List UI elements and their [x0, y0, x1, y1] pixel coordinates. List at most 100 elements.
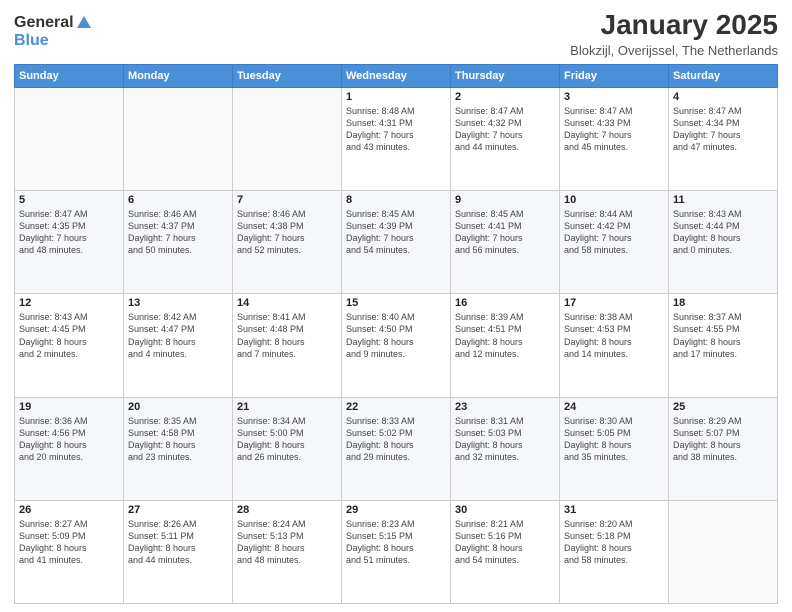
day-info: Sunrise: 8:39 AM Sunset: 4:51 PM Dayligh… [455, 311, 555, 360]
table-row: 14 Sunrise: 8:41 AM Sunset: 4:48 PM Dayli… [233, 294, 342, 397]
logo-general: General [14, 15, 74, 31]
table-row: 22 Sunrise: 8:33 AM Sunset: 5:02 PM Dayli… [342, 397, 451, 500]
day-info: Sunrise: 8:21 AM Sunset: 5:16 PM Dayligh… [455, 518, 555, 567]
table-row [15, 87, 124, 190]
table-row: 15 Sunrise: 8:40 AM Sunset: 4:50 PM Dayli… [342, 294, 451, 397]
table-row: 8 Sunrise: 8:45 AM Sunset: 4:39 PM Daylig… [342, 191, 451, 294]
table-row: 5Sunrise: 8:47 AM Sunset: 4:35 PM Daylig… [15, 191, 124, 294]
calendar-week-row: 26 Sunrise: 8:27 AM Sunset: 5:09 PM Dayli… [15, 500, 778, 603]
table-row: 21 Sunrise: 8:34 AM Sunset: 5:00 PM Dayli… [233, 397, 342, 500]
day-info: Sunrise: 8:27 AM Sunset: 5:09 PM Dayligh… [19, 518, 119, 567]
day-info: Sunrise: 8:23 AM Sunset: 5:15 PM Dayligh… [346, 518, 446, 567]
day-info: Sunrise: 8:46 AM Sunset: 4:37 PM Dayligh… [128, 208, 228, 257]
day-number: 15 [346, 297, 446, 309]
day-number: 11 [673, 194, 773, 206]
day-number: 2 [455, 91, 555, 103]
table-row: 17Sunrise: 8:38 AM Sunset: 4:53 PM Dayli… [560, 294, 669, 397]
day-info: Sunrise: 8:20 AM Sunset: 5:18 PM Dayligh… [564, 518, 664, 567]
day-number: 31 [564, 504, 664, 516]
day-info: Sunrise: 8:24 AM Sunset: 5:13 PM Dayligh… [237, 518, 337, 567]
day-info: Sunrise: 8:37 AM Sunset: 4:55 PM Dayligh… [673, 311, 773, 360]
day-info: Sunrise: 8:26 AM Sunset: 5:11 PM Dayligh… [128, 518, 228, 567]
table-row [669, 500, 778, 603]
table-row: 3 Sunrise: 8:47 AM Sunset: 4:33 PM Daylig… [560, 87, 669, 190]
table-row: 9 Sunrise: 8:45 AM Sunset: 4:41 PM Daylig… [451, 191, 560, 294]
header-tuesday: Tuesday [233, 64, 342, 87]
day-number: 3 [564, 91, 664, 103]
calendar-week-row: 12Sunrise: 8:43 AM Sunset: 4:45 PM Dayli… [15, 294, 778, 397]
table-row: 12Sunrise: 8:43 AM Sunset: 4:45 PM Dayli… [15, 294, 124, 397]
day-info: Sunrise: 8:33 AM Sunset: 5:02 PM Dayligh… [346, 415, 446, 464]
table-row: 13 Sunrise: 8:42 AM Sunset: 4:47 PM Dayli… [124, 294, 233, 397]
header-monday: Monday [124, 64, 233, 87]
day-number: 14 [237, 297, 337, 309]
header-sunday: Sunday [15, 64, 124, 87]
calendar: Sunday Monday Tuesday Wednesday Thursday… [14, 64, 778, 604]
day-number: 30 [455, 504, 555, 516]
table-row [124, 87, 233, 190]
table-row: 18 Sunrise: 8:37 AM Sunset: 4:55 PM Dayli… [669, 294, 778, 397]
day-number: 26 [19, 504, 119, 516]
day-info: Sunrise: 8:38 AM Sunset: 4:53 PM Dayligh… [564, 311, 664, 360]
table-row: 4 Sunrise: 8:47 AM Sunset: 4:34 PM Daylig… [669, 87, 778, 190]
day-info: Sunrise: 8:47 AM Sunset: 4:33 PM Dayligh… [564, 105, 664, 154]
header-wednesday: Wednesday [342, 64, 451, 87]
title-block: January 2025 Blokzijl, Overijssel, The N… [570, 10, 778, 58]
day-number: 20 [128, 401, 228, 413]
table-row: 6 Sunrise: 8:46 AM Sunset: 4:37 PM Daylig… [124, 191, 233, 294]
table-row: 19Sunrise: 8:36 AM Sunset: 4:56 PM Dayli… [15, 397, 124, 500]
day-number: 25 [673, 401, 773, 413]
subtitle: Blokzijl, Overijssel, The Netherlands [570, 43, 778, 58]
day-info: Sunrise: 8:45 AM Sunset: 4:41 PM Dayligh… [455, 208, 555, 257]
table-row: 11 Sunrise: 8:43 AM Sunset: 4:44 PM Dayli… [669, 191, 778, 294]
day-info: Sunrise: 8:40 AM Sunset: 4:50 PM Dayligh… [346, 311, 446, 360]
day-info: Sunrise: 8:29 AM Sunset: 5:07 PM Dayligh… [673, 415, 773, 464]
day-number: 16 [455, 297, 555, 309]
calendar-week-row: 1 Sunrise: 8:48 AM Sunset: 4:31 PM Daylig… [15, 87, 778, 190]
table-row [233, 87, 342, 190]
table-row: 1 Sunrise: 8:48 AM Sunset: 4:31 PM Daylig… [342, 87, 451, 190]
day-info: Sunrise: 8:47 AM Sunset: 4:34 PM Dayligh… [673, 105, 773, 154]
day-number: 28 [237, 504, 337, 516]
table-row: 2 Sunrise: 8:47 AM Sunset: 4:32 PM Daylig… [451, 87, 560, 190]
day-info: Sunrise: 8:34 AM Sunset: 5:00 PM Dayligh… [237, 415, 337, 464]
day-info: Sunrise: 8:48 AM Sunset: 4:31 PM Dayligh… [346, 105, 446, 154]
day-number: 13 [128, 297, 228, 309]
table-row: 24Sunrise: 8:30 AM Sunset: 5:05 PM Dayli… [560, 397, 669, 500]
day-number: 7 [237, 194, 337, 206]
day-number: 8 [346, 194, 446, 206]
day-info: Sunrise: 8:41 AM Sunset: 4:48 PM Dayligh… [237, 311, 337, 360]
day-info: Sunrise: 8:42 AM Sunset: 4:47 PM Dayligh… [128, 311, 228, 360]
main-title: January 2025 [570, 10, 778, 41]
day-number: 18 [673, 297, 773, 309]
table-row: 25 Sunrise: 8:29 AM Sunset: 5:07 PM Dayli… [669, 397, 778, 500]
day-number: 12 [19, 297, 119, 309]
logo-blue: Blue [14, 32, 49, 49]
day-number: 27 [128, 504, 228, 516]
table-row: 29 Sunrise: 8:23 AM Sunset: 5:15 PM Dayli… [342, 500, 451, 603]
logo-icon [75, 14, 93, 32]
day-number: 24 [564, 401, 664, 413]
day-number: 4 [673, 91, 773, 103]
day-number: 29 [346, 504, 446, 516]
day-info: Sunrise: 8:45 AM Sunset: 4:39 PM Dayligh… [346, 208, 446, 257]
header: General Blue January 2025 Blokzijl, Over… [14, 10, 778, 58]
table-row: 27 Sunrise: 8:26 AM Sunset: 5:11 PM Dayli… [124, 500, 233, 603]
table-row: 10Sunrise: 8:44 AM Sunset: 4:42 PM Dayli… [560, 191, 669, 294]
day-number: 1 [346, 91, 446, 103]
day-number: 9 [455, 194, 555, 206]
header-friday: Friday [560, 64, 669, 87]
day-info: Sunrise: 8:46 AM Sunset: 4:38 PM Dayligh… [237, 208, 337, 257]
table-row: 23Sunrise: 8:31 AM Sunset: 5:03 PM Dayli… [451, 397, 560, 500]
page: General Blue January 2025 Blokzijl, Over… [0, 0, 792, 612]
day-info: Sunrise: 8:47 AM Sunset: 4:32 PM Dayligh… [455, 105, 555, 154]
header-thursday: Thursday [451, 64, 560, 87]
table-row: 16 Sunrise: 8:39 AM Sunset: 4:51 PM Dayli… [451, 294, 560, 397]
day-number: 22 [346, 401, 446, 413]
table-row: 31 Sunrise: 8:20 AM Sunset: 5:18 PM Dayli… [560, 500, 669, 603]
day-info: Sunrise: 8:43 AM Sunset: 4:44 PM Dayligh… [673, 208, 773, 257]
day-info: Sunrise: 8:31 AM Sunset: 5:03 PM Dayligh… [455, 415, 555, 464]
header-saturday: Saturday [669, 64, 778, 87]
day-number: 21 [237, 401, 337, 413]
day-number: 6 [128, 194, 228, 206]
